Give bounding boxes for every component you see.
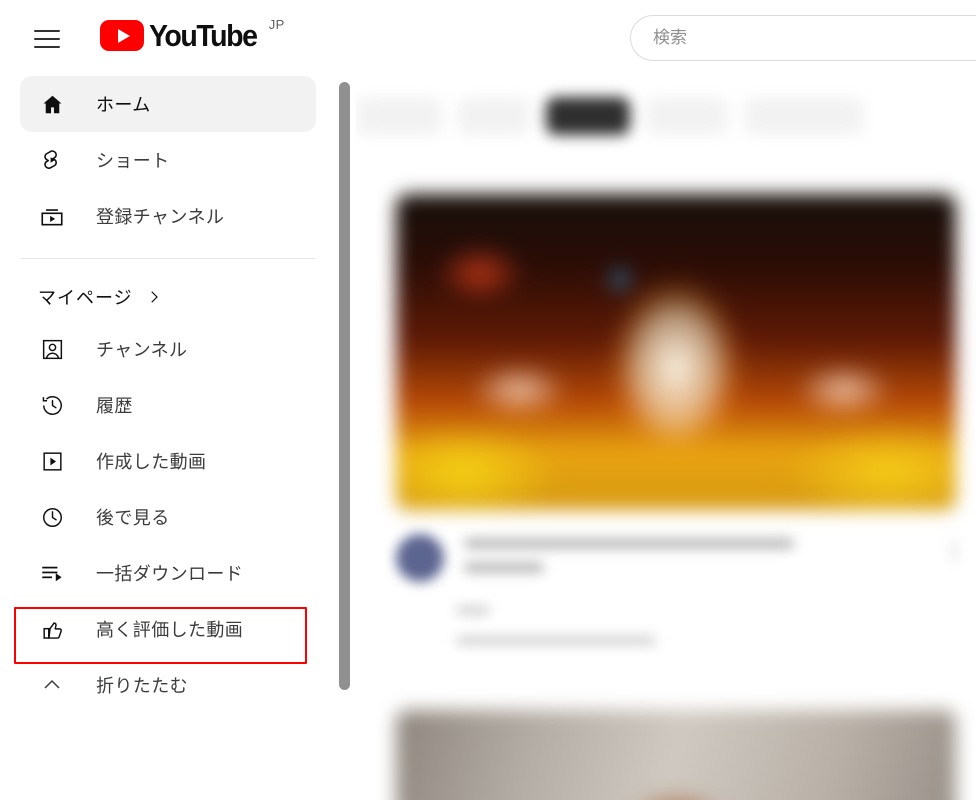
video-stats-line [456, 636, 656, 645]
playlist-play-icon [38, 559, 66, 587]
filter-chip[interactable] [744, 97, 864, 135]
subscriptions-icon [38, 202, 66, 230]
sidebar-item-label: チャンネル [96, 340, 188, 360]
hamburger-line [34, 38, 60, 40]
sidebar-item-home[interactable]: ホーム [20, 76, 316, 132]
filter-chip[interactable] [356, 97, 442, 135]
sidebar-item-label: ホーム [96, 95, 151, 115]
channel-person-icon [38, 335, 66, 363]
sidebar-item-subscriptions[interactable]: 登録チャンネル [20, 188, 316, 244]
sidebar: ホーム ショート 登録チャンネル マイページ チャンネル 履歴 作成した動画 後… [0, 76, 336, 800]
video-channel-line [456, 606, 490, 615]
sidebar-section-label: マイページ [38, 288, 133, 308]
chevron-right-icon [145, 288, 163, 306]
sidebar-item-label: 後で見る [96, 508, 170, 528]
sidebar-item-channel[interactable]: チャンネル [20, 321, 316, 377]
sidebar-item-batch-download[interactable]: 一括ダウンロード [20, 545, 316, 601]
sidebar-item-label: ショート [96, 151, 170, 171]
sidebar-scrollbar-thumb[interactable] [339, 82, 350, 690]
youtube-logo-country-superscript: JP [268, 17, 285, 32]
filter-chip[interactable] [646, 97, 728, 135]
video-thumbnail[interactable] [396, 710, 956, 800]
content-area [356, 76, 976, 800]
shorts-icon [38, 146, 66, 174]
thumbs-up-icon [38, 615, 66, 643]
hamburger-line [34, 30, 60, 32]
youtube-logo-text: YouTube [149, 18, 258, 53]
sidebar-divider [20, 258, 316, 259]
sidebar-item-watch-later[interactable]: 後で見る [20, 489, 316, 545]
sidebar-item-shorts[interactable]: ショート [20, 132, 316, 188]
sidebar-item-label: 履歴 [96, 396, 133, 416]
filter-chip-selected[interactable] [546, 97, 630, 135]
filter-chips-row [356, 88, 976, 144]
hamburger-line [34, 46, 60, 48]
sidebar-item-liked-videos[interactable]: 高く評価した動画 [20, 601, 316, 657]
more-vertical-icon[interactable] [952, 540, 956, 562]
sidebar-item-label: 一括ダウンロード [96, 564, 244, 584]
search-box[interactable] [630, 15, 976, 61]
search-input[interactable] [653, 16, 976, 60]
top-bar: YouTube JP [0, 0, 976, 76]
your-videos-icon [38, 447, 66, 475]
sidebar-item-collapse[interactable]: 折りたたむ [20, 657, 316, 713]
filter-chip[interactable] [458, 97, 530, 135]
hamburger-menu-icon[interactable] [26, 18, 68, 60]
video-thumbnail[interactable] [396, 194, 956, 510]
chevron-up-icon [38, 671, 66, 699]
youtube-play-icon [100, 20, 144, 51]
youtube-logo[interactable]: YouTube JP [100, 16, 285, 54]
video-title-line [464, 562, 544, 573]
video-card[interactable] [396, 194, 956, 510]
sidebar-item-label: 作成した動画 [96, 452, 207, 472]
watch-later-clock-icon [38, 503, 66, 531]
home-icon [38, 90, 66, 118]
video-title-line [464, 538, 794, 549]
sidebar-item-your-videos[interactable]: 作成した動画 [20, 433, 316, 489]
history-clock-icon [38, 391, 66, 419]
sidebar-item-history[interactable]: 履歴 [20, 377, 316, 433]
sidebar-item-label: 登録チャンネル [96, 207, 225, 227]
sidebar-item-label: 折りたたむ [96, 676, 188, 696]
sidebar-section-mypage[interactable]: マイページ [0, 273, 336, 321]
youtube-page: YouTube JP ホーム ショート [0, 0, 976, 800]
sidebar-item-label: 高く評価した動画 [96, 620, 244, 640]
avatar[interactable] [396, 534, 444, 582]
